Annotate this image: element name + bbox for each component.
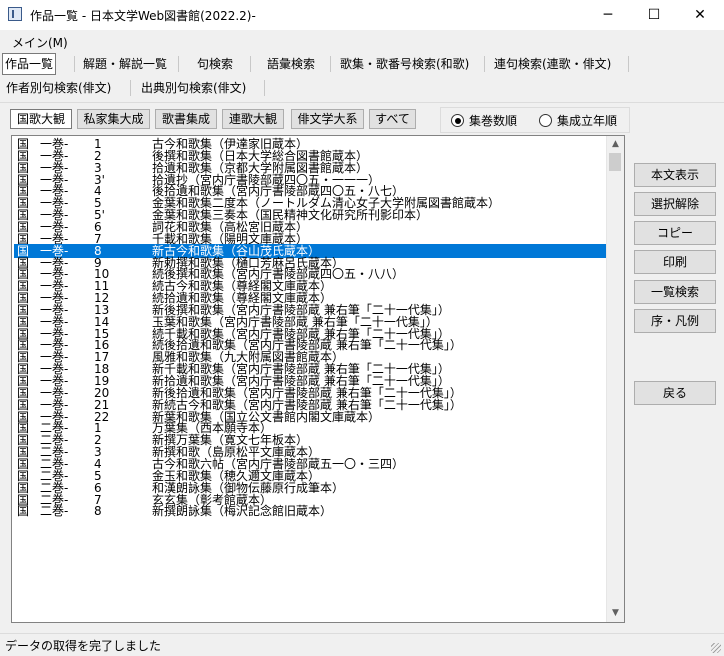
- tab-row-2: 作者別句検索(俳文) 出典別句検索(俳文): [0, 76, 724, 100]
- tab-phrase-search[interactable]: 句検索: [195, 54, 235, 74]
- list-item-volume: 二巻-: [40, 504, 69, 519]
- filter-all-button[interactable]: すべて: [369, 109, 416, 129]
- radio-checked-icon: [451, 114, 464, 127]
- tab-separator: [178, 56, 179, 72]
- tab-panel-divider: [0, 102, 724, 103]
- filter-haibun-taikei-button[interactable]: 俳文学大系: [291, 109, 364, 129]
- tab-separator: [628, 56, 629, 72]
- resize-grip-icon[interactable]: [711, 643, 721, 653]
- print-button[interactable]: 印刷: [634, 250, 716, 274]
- sort-by-year-radio[interactable]: 集成立年順: [539, 112, 617, 129]
- menu-main[interactable]: メイン(M): [12, 34, 68, 51]
- list-search-button[interactable]: 一覧検索: [634, 280, 716, 304]
- menu-bar: メイン(M): [0, 32, 724, 52]
- app-icon: [8, 7, 22, 21]
- list-item-title: 新撰朗詠集（梅沢記念館旧蔵本）: [152, 504, 333, 519]
- title-bar: 作品一覧 - 日本文学Web図書館(2022.2)- ─ ☐ ✕: [0, 0, 724, 30]
- tab-separator: [74, 56, 75, 72]
- minimize-button[interactable]: ─: [585, 0, 631, 30]
- tab-commentary-list[interactable]: 解題・解説一覧: [81, 54, 169, 74]
- back-button[interactable]: 戻る: [634, 381, 716, 405]
- list-item-collection: 国: [17, 504, 30, 519]
- clear-selection-button[interactable]: 選択解除: [634, 192, 716, 216]
- sort-by-volume-label: 集巻数順: [469, 114, 518, 128]
- status-bar: データの取得を完了しました: [0, 633, 724, 656]
- filter-renga-taikan-button[interactable]: 連歌大観: [222, 109, 284, 129]
- filter-shikashu-taisei-button[interactable]: 私家集大成: [77, 109, 150, 129]
- tab-renku-search[interactable]: 連句検索(連歌・俳文): [492, 54, 613, 74]
- tab-separator: [264, 80, 265, 96]
- sort-by-year-label: 集成立年順: [557, 114, 618, 128]
- tab-source-phrase-search[interactable]: 出典別句検索(俳文): [139, 78, 248, 98]
- status-text: データの取得を完了しました: [5, 639, 162, 653]
- tab-row-1: 作品一覧 解題・解説一覧 句検索 語彙検索 歌集・歌番号検索(和歌) 連句検索(…: [0, 52, 724, 76]
- tab-separator: [330, 56, 331, 72]
- tab-author-phrase-search[interactable]: 作者別句検索(俳文): [4, 78, 113, 98]
- sort-by-volume-radio[interactable]: 集巻数順: [451, 112, 517, 129]
- scroll-up-icon[interactable]: ▲: [607, 136, 624, 153]
- show-text-button[interactable]: 本文表示: [634, 163, 716, 187]
- works-listbox[interactable]: 国一巻- 1 古今和歌集（伊達家旧蔵本）国一巻- 2 後撰和歌集（日本大学総合図書館蔵本…: [11, 135, 625, 623]
- maximize-button[interactable]: ☐: [631, 0, 677, 30]
- tab-separator: [250, 56, 251, 72]
- filter-kasho-shusei-button[interactable]: 歌書集成: [155, 109, 217, 129]
- sort-radio-group: 集巻数順 集成立年順: [440, 107, 630, 133]
- window-title: 作品一覧 - 日本文学Web図書館(2022.2)-: [30, 9, 256, 23]
- list-item[interactable]: 国二巻- 8 新撰朗詠集（梅沢記念館旧蔵本）: [14, 504, 604, 518]
- scroll-down-icon[interactable]: ▼: [607, 605, 624, 622]
- list-item-number: 8: [94, 504, 102, 519]
- radio-unchecked-icon: [539, 114, 552, 127]
- copy-button[interactable]: コピー: [634, 221, 716, 245]
- scroll-thumb[interactable]: [609, 153, 621, 171]
- filter-kokka-taikan-button[interactable]: 国歌大観: [10, 109, 72, 129]
- close-button[interactable]: ✕: [677, 0, 723, 30]
- tab-separator: [484, 56, 485, 72]
- tab-separator: [130, 80, 131, 96]
- tab-vocabulary-search[interactable]: 語彙検索: [265, 54, 317, 74]
- vertical-scrollbar[interactable]: ▲ ▼: [606, 136, 624, 622]
- tab-poem-number-search[interactable]: 歌集・歌番号検索(和歌): [338, 54, 471, 74]
- preface-legend-button[interactable]: 序・凡例: [634, 309, 716, 333]
- tab-works-list[interactable]: 作品一覧: [2, 53, 57, 75]
